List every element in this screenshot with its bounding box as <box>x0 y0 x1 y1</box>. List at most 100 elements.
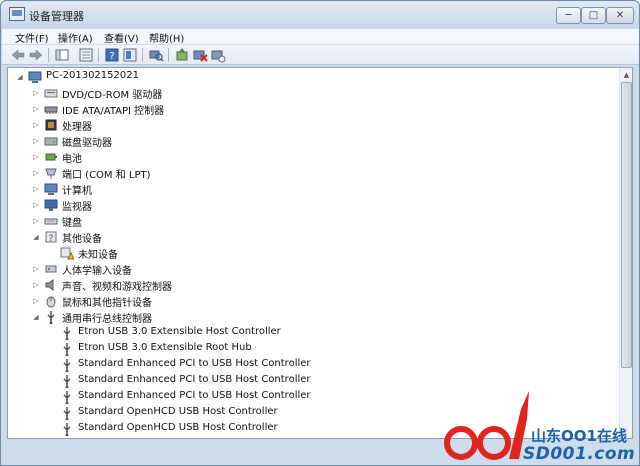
tree-category-item[interactable]: ▷ 电池 <box>8 149 616 165</box>
usb-device-icon <box>63 407 71 420</box>
disable-device-icon[interactable] <box>192 47 208 63</box>
properties-pane-icon[interactable] <box>54 47 70 63</box>
tree-item-label: 其他设备 <box>62 234 102 245</box>
tree-category-item[interactable]: ▷ 键盘 <box>8 213 616 229</box>
computer-icon <box>28 71 42 83</box>
tree-category-item[interactable]: ▷ 处理器 <box>8 117 616 133</box>
tree-device-item[interactable]: Etron USB 3.0 Extensible Root Hub <box>8 341 616 357</box>
usb-device-icon <box>63 375 71 388</box>
menu-help[interactable]: 帮助(H) <box>149 30 184 45</box>
tree-item-label: Standard Enhanced PCI to USB Host Contro… <box>78 358 311 369</box>
disk-drive-icon <box>44 137 58 146</box>
menu-view[interactable]: 查看(V) <box>104 30 139 45</box>
tree-item-label: IDE ATA/ATAPI 控制器 <box>62 106 165 117</box>
menu-file[interactable]: 文件(F) <box>15 30 49 45</box>
expand-arrow-icon[interactable]: ▷ <box>32 136 40 146</box>
maximize-button[interactable]: □ <box>581 7 606 24</box>
expand-arrow-icon[interactable]: ▷ <box>32 104 40 114</box>
tree-category-item[interactable]: ▷ 声音、视频和游戏控制器 <box>8 277 616 293</box>
tree-category-item[interactable]: ▷ 磁盘驱动器 <box>8 133 616 149</box>
tree-item-label: 监视器 <box>62 202 92 213</box>
tree-category-item[interactable]: ▷ 监视器 <box>8 197 616 213</box>
expand-arrow-icon[interactable]: ▷ <box>32 296 40 306</box>
battery-icon <box>45 153 57 161</box>
back-arrow-icon[interactable] <box>10 47 26 63</box>
watermark-site: SD001.com <box>523 444 636 464</box>
expand-arrow-icon[interactable]: ▷ <box>32 200 40 210</box>
window-title: 设备管理器 <box>29 10 84 23</box>
port-icon <box>45 168 57 179</box>
expand-arrow-icon[interactable]: ▷ <box>32 120 40 130</box>
collapse-arrow-icon[interactable]: ◢ <box>32 232 40 242</box>
tree-item-label: Standard Enhanced PCI to USB Host Contro… <box>78 390 311 401</box>
tree-item-label: 键盘 <box>62 218 82 229</box>
uninstall-device-icon[interactable] <box>210 47 226 63</box>
device-tree[interactable]: ◢ PC-201302152021 ▷ DVD/CD-ROM 驱动器 ▷ IDE ATA/… <box>7 67 633 439</box>
usb-device-icon <box>63 343 71 356</box>
tree-category-item[interactable]: ▷ DVD/CD-ROM 驱动器 <box>8 85 616 101</box>
tree-device-item[interactable]: Standard Enhanced PCI to USB Host Contro… <box>8 357 616 373</box>
minimize-button[interactable]: ─ <box>556 7 581 24</box>
vertical-scrollbar[interactable]: ▲ <box>619 68 632 438</box>
hid-icon <box>45 265 57 273</box>
scan-hardware-icon[interactable] <box>148 47 164 63</box>
close-button[interactable]: ✕ <box>606 7 634 24</box>
tree-item-label: 通用串行总线控制器 <box>62 314 152 325</box>
dvd-drive-icon <box>44 89 58 98</box>
collapse-arrow-icon[interactable]: ◢ <box>32 312 40 322</box>
tree-item-label: 端口 (COM 和 LPT) <box>62 170 151 181</box>
unknown-device-warning-icon <box>60 247 74 260</box>
watermark: 山东OO1在线 SD001.com <box>439 389 637 465</box>
tree-category-item[interactable]: ▷ 鼠标和其他指针设备 <box>8 293 616 309</box>
expand-arrow-icon[interactable]: ▷ <box>32 152 40 162</box>
expand-arrow-icon[interactable]: ▷ <box>32 264 40 274</box>
expand-arrow-icon[interactable]: ▷ <box>32 88 40 98</box>
tree-item-label: Etron USB 3.0 Extensible Host Controller <box>78 326 281 337</box>
scroll-up-arrow-icon[interactable]: ▲ <box>621 69 632 81</box>
expand-arrow-icon[interactable]: ▷ <box>32 184 40 194</box>
svg-text:?: ? <box>109 51 114 62</box>
toolbar: ? <box>2 45 639 65</box>
usb-device-icon <box>63 423 71 436</box>
tree-item-label: DVD/CD-ROM 驱动器 <box>62 90 163 101</box>
svg-text:?: ? <box>49 234 54 244</box>
sound-icon <box>45 279 54 291</box>
collapse-arrow-icon[interactable]: ◢ <box>16 72 24 82</box>
menu-action[interactable]: 操作(A) <box>58 30 93 45</box>
tree-item-label: Etron USB 3.0 Extensible Root Hub <box>78 342 252 353</box>
update-driver-icon[interactable] <box>174 47 190 63</box>
tree-item-label: 未知设备 <box>78 250 118 261</box>
title-bar[interactable]: 设备管理器 ─ □ ✕ <box>1 1 639 29</box>
tree-item-label: 鼠标和其他指针设备 <box>62 298 152 309</box>
usb-device-icon <box>63 327 71 340</box>
tree-item-label: 人体学输入设备 <box>62 266 132 277</box>
expand-arrow-icon[interactable]: ▷ <box>32 280 40 290</box>
tree-category-item[interactable]: ◢ 通用串行总线控制器 <box>8 309 616 325</box>
tree-category-item[interactable]: ▷ 计算机 <box>8 181 616 197</box>
tree-category-item[interactable]: ▷ IDE ATA/ATAPI 控制器 <box>8 101 616 117</box>
tree-item-label: 磁盘驱动器 <box>62 138 112 149</box>
tree-device-item[interactable]: Standard Enhanced PCI to USB Host Contro… <box>8 373 616 389</box>
tree-item-label: Standard OpenHCD USB Host Controller <box>78 422 278 433</box>
usb-device-icon <box>63 359 71 372</box>
device-manager-icon <box>9 7 25 21</box>
tree-root-computer[interactable]: ◢ PC-201302152021 <box>8 69 616 85</box>
forward-arrow-icon[interactable] <box>28 47 44 63</box>
mouse-icon <box>46 296 56 308</box>
tree-device-item[interactable]: Etron USB 3.0 Extensible Host Controller <box>8 325 616 341</box>
scroll-thumb[interactable] <box>621 82 632 368</box>
tree-category-item[interactable]: ▷ 端口 (COM 和 LPT) <box>8 165 616 181</box>
menu-bar: 文件(F) 操作(A) 查看(V) 帮助(H) <box>2 29 639 45</box>
list-view-icon[interactable] <box>78 47 94 63</box>
tree-item-label: Standard OpenHCD USB Host Controller <box>78 406 278 417</box>
expand-arrow-icon[interactable]: ▷ <box>32 168 40 178</box>
tree-category-item[interactable]: ◢? 其他设备 <box>8 229 616 245</box>
tree-category-item[interactable]: ▷ 人体学输入设备 <box>8 261 616 277</box>
help-icon[interactable]: ? <box>104 47 120 63</box>
console-tree-icon[interactable] <box>122 47 138 63</box>
expand-arrow-icon[interactable]: ▷ <box>32 216 40 226</box>
tree-device-item[interactable]: 未知设备 <box>8 245 616 261</box>
monitor-icon <box>44 199 58 211</box>
tree-item-label: Standard Enhanced PCI to USB Host Contro… <box>78 374 311 385</box>
usb-icon <box>47 311 55 324</box>
